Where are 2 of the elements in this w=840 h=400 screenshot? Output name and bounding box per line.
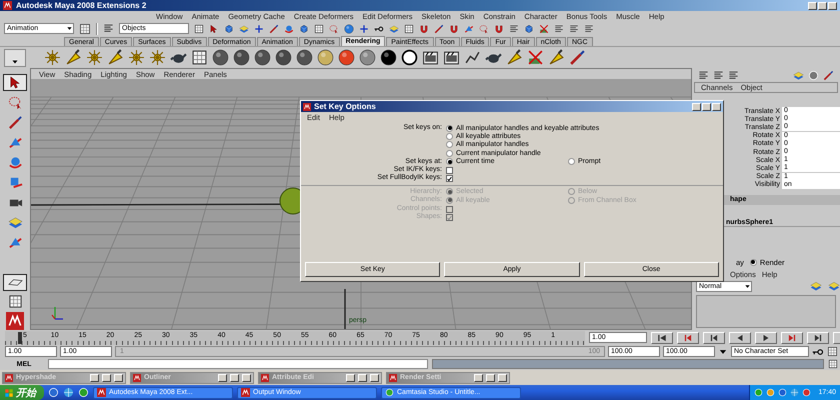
window-title: Autodesk Maya 2008 Extensions 2 (16, 1, 146, 10)
dialog-title: Set Key Options (314, 102, 376, 111)
